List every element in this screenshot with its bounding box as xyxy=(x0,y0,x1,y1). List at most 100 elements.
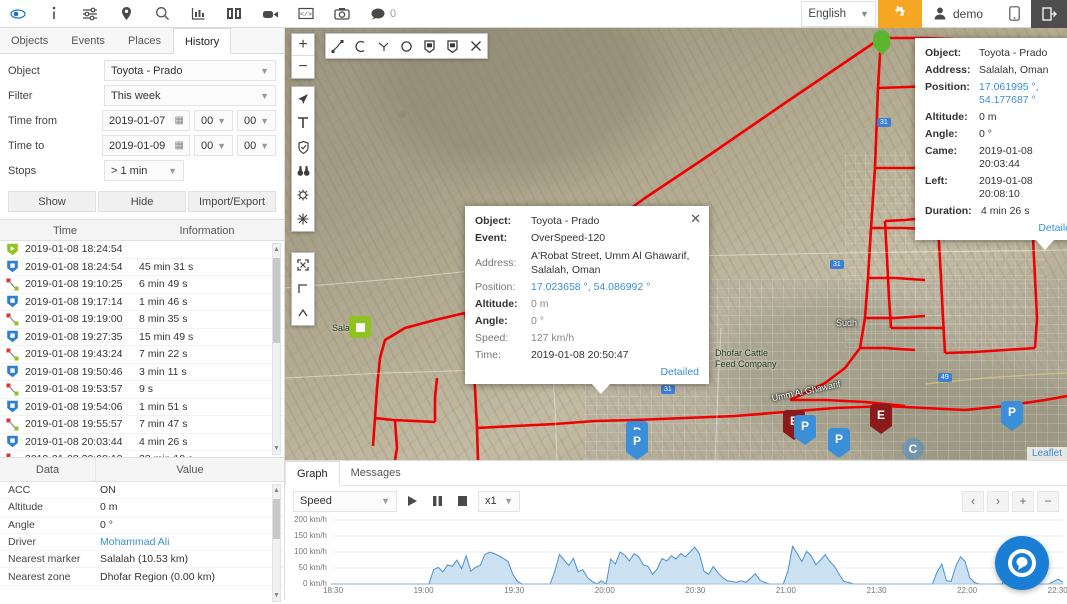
gear-icon[interactable] xyxy=(292,183,314,207)
play-button[interactable] xyxy=(403,492,422,511)
history-row[interactable]: 2019-01-08 19:55:57 7 min 47 s xyxy=(0,416,284,434)
history-book-icon[interactable] xyxy=(216,0,252,27)
stop-info-popup[interactable]: Object: Toyota - Prado Address: Salalah,… xyxy=(915,38,1067,250)
info-icon[interactable] xyxy=(36,0,72,27)
time-to-hour-select[interactable]: 00 ▼ xyxy=(194,135,233,156)
tab-history[interactable]: History xyxy=(172,28,232,54)
import-export-button[interactable]: Import/Export xyxy=(188,191,276,212)
polygon-icon[interactable] xyxy=(349,34,372,59)
settings-gear-button[interactable] xyxy=(877,0,922,28)
zone-marker-green[interactable] xyxy=(349,316,371,338)
map-tool-column-2[interactable] xyxy=(291,252,315,326)
fullscreen-icon[interactable] xyxy=(292,253,314,277)
language-selector[interactable]: English ▼ xyxy=(801,0,876,27)
data-row-value[interactable]: Mohammad Ali xyxy=(96,536,284,548)
search-icon[interactable] xyxy=(144,0,180,27)
stop-button[interactable] xyxy=(453,492,472,511)
tab-objects[interactable]: Objects xyxy=(0,28,60,54)
metric-select[interactable]: Speed ▼ xyxy=(293,490,397,512)
history-row[interactable]: 2019-01-08 20:08:10 23 min 18 s xyxy=(0,451,284,457)
hide-button[interactable]: Hide xyxy=(98,191,186,212)
chat-bubble-button[interactable] xyxy=(995,536,1049,590)
calendar-icon[interactable]: ▦ xyxy=(175,140,184,151)
scrollbar-thumb[interactable] xyxy=(273,499,280,539)
reports-icon[interactable] xyxy=(180,0,216,27)
map-zoom-out-button[interactable]: − xyxy=(292,56,314,78)
filters-icon[interactable] xyxy=(72,0,108,27)
history-scrollbar[interactable]: ▲ ▼ xyxy=(272,243,281,455)
camera-icon[interactable] xyxy=(324,0,360,27)
event-marker[interactable]: E xyxy=(870,404,892,434)
map-zoom-controls[interactable]: + − xyxy=(291,33,315,79)
text-icon[interactable] xyxy=(292,111,314,135)
map-zoom-in-button[interactable]: + xyxy=(292,34,314,56)
corner-icon[interactable] xyxy=(292,277,314,301)
time-to-minute-select[interactable]: 00 ▼ xyxy=(237,135,276,156)
video-icon[interactable] xyxy=(252,0,288,27)
history-row[interactable]: 2019-01-08 19:10:25 6 min 49 s xyxy=(0,276,284,294)
shield-icon[interactable] xyxy=(292,135,314,159)
mobile-app-button[interactable] xyxy=(997,0,1031,28)
tab-places[interactable]: Places xyxy=(117,28,173,54)
show-button[interactable]: Show xyxy=(8,191,96,212)
data-scrollbar[interactable]: ▲ ▼ xyxy=(272,484,281,602)
tab-events[interactable]: Events xyxy=(60,28,117,54)
tab-graph[interactable]: Graph xyxy=(285,461,340,486)
parking-marker[interactable]: P xyxy=(1001,401,1023,431)
scrollbar-thumb[interactable] xyxy=(273,258,280,343)
track-icon[interactable] xyxy=(0,0,36,27)
close-icon[interactable]: ✕ xyxy=(690,212,701,225)
parking-marker[interactable]: P xyxy=(828,428,850,458)
history-row[interactable]: 2019-01-08 19:19:00 8 min 35 s xyxy=(0,311,284,329)
history-list[interactable]: 2019-01-08 18:24:54 2019-01-08 18:24:54 45… xyxy=(0,241,284,458)
filter-select[interactable]: This week ▼ xyxy=(104,85,276,106)
speed-multiplier-select[interactable]: x1 ▼ xyxy=(478,490,520,512)
popup-detailed-link[interactable]: Detaile xyxy=(925,222,1067,234)
history-row[interactable]: 2019-01-08 19:54:06 1 min 51 s xyxy=(0,399,284,416)
time-from-hour-select[interactable]: 00 ▼ xyxy=(194,110,233,131)
popup-position-value[interactable]: 17.023658 °, 54.086992 ° xyxy=(531,281,699,294)
marker-filled-icon[interactable] xyxy=(441,34,464,59)
parking-marker[interactable]: P xyxy=(626,430,648,460)
time-from-date-input[interactable]: 2019-01-07 ▦ xyxy=(102,110,190,131)
map-tool-column[interactable] xyxy=(291,86,315,232)
time-to-date-input[interactable]: 2019-01-09 ▦ xyxy=(102,135,190,156)
history-row[interactable]: 2019-01-08 19:53:57 9 s xyxy=(0,381,284,399)
tab-messages[interactable]: Messages xyxy=(340,461,412,485)
cursor-icon[interactable] xyxy=(292,87,314,111)
logout-button[interactable] xyxy=(1031,0,1067,28)
time-from-minute-select[interactable]: 00 ▼ xyxy=(237,110,276,131)
leaflet-attribution[interactable]: Leaflet xyxy=(1026,447,1067,460)
map-point-marker[interactable]: C xyxy=(902,438,924,460)
speed-chart[interactable]: 200 km/h 150 km/h 100 km/h 50 km/h 0 km/h 18:… xyxy=(285,515,1067,598)
snowflake-icon[interactable] xyxy=(292,207,314,231)
parking-marker[interactable]: P xyxy=(794,415,816,445)
polyline-icon[interactable] xyxy=(326,34,349,59)
object-select[interactable]: Toyota - Prado ▼ xyxy=(104,60,276,81)
history-row[interactable]: 2019-01-08 19:27:35 15 min 49 s xyxy=(0,329,284,346)
next-button[interactable]: › xyxy=(987,490,1009,512)
history-row[interactable]: 2019-01-08 19:43:24 7 min 22 s xyxy=(0,346,284,364)
user-menu-button[interactable]: demo xyxy=(922,0,997,28)
arrow-icon[interactable] xyxy=(372,34,395,59)
history-row[interactable]: 2019-01-08 20:03:44 4 min 26 s xyxy=(0,434,284,451)
zoom-out-button[interactable]: − xyxy=(1037,490,1059,512)
stops-select[interactable]: > 1 min ▼ xyxy=(104,160,184,181)
caret-icon[interactable] xyxy=(292,301,314,325)
map-draw-toolbar[interactable] xyxy=(325,33,488,59)
history-row[interactable]: 2019-01-08 19:50:46 3 min 11 s xyxy=(0,364,284,381)
scroll-down-icon[interactable]: ▼ xyxy=(273,590,280,601)
pause-button[interactable] xyxy=(428,492,447,511)
popup-detailed-link[interactable]: Detailed xyxy=(475,366,699,378)
route-start-marker[interactable] xyxy=(873,30,890,55)
zoom-in-button[interactable]: + xyxy=(1012,490,1034,512)
map-canvas[interactable]: + − Dhofar Cattle Feed Company Sudh Sala… xyxy=(285,28,1067,460)
data-value-list[interactable]: ACC ON Altitude 0 m Angle 0 ° Driver Mohammad A… xyxy=(0,482,284,604)
event-info-popup[interactable]: ✕ Object: Toyota - Prado Event: OverSpee… xyxy=(465,206,709,394)
prev-button[interactable]: ‹ xyxy=(962,490,984,512)
scroll-down-icon[interactable]: ▼ xyxy=(273,443,280,454)
scroll-up-icon[interactable]: ▲ xyxy=(273,485,280,496)
history-row[interactable]: 2019-01-08 18:24:54 45 min 31 s xyxy=(0,259,284,276)
history-row[interactable]: 2019-01-08 19:17:14 1 min 46 s xyxy=(0,294,284,311)
popup-position-value[interactable]: 17.061995 °, 54.177687 ° xyxy=(979,81,1067,107)
